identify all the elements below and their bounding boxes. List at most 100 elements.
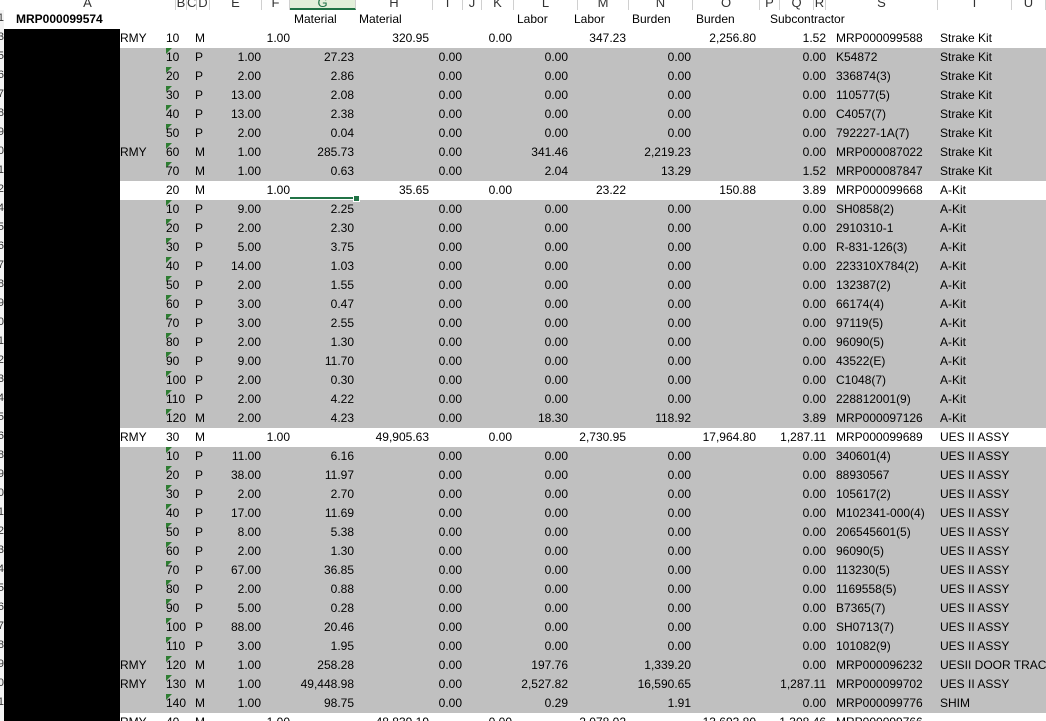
cell-m[interactable]: 2,078.02 <box>564 713 626 721</box>
cell-s[interactable]: 340601(4) <box>836 447 944 466</box>
cell-t[interactable]: UES II ASSY <box>940 637 1046 656</box>
cell-s[interactable]: MRP000087847 <box>836 162 944 181</box>
cell-g[interactable]: 5.38 <box>294 523 354 542</box>
cell-d[interactable]: P <box>195 314 209 333</box>
cell-d[interactable]: P <box>195 466 209 485</box>
cell-i[interactable]: 0.00 <box>404 86 462 105</box>
column-header-o[interactable]: O <box>693 0 760 10</box>
cell-e[interactable]: 2.00 <box>210 409 261 428</box>
cell-i[interactable]: 0.00 <box>404 618 462 637</box>
cell-i[interactable]: 0.00 <box>404 504 462 523</box>
cell-l[interactable]: 18.30 <box>504 409 568 428</box>
cell-t[interactable]: A-Kit <box>940 257 1046 276</box>
cell-d[interactable]: P <box>195 580 209 599</box>
cell-q[interactable]: 0.00 <box>764 390 826 409</box>
cell-c[interactable]: 50 <box>166 276 190 295</box>
table-row[interactable]: 20 P 2.00 2.30 0.00 0.00 0.00 0.00 2910310-1 A-Ki… <box>4 219 1046 238</box>
header-burden[interactable]: Burden <box>632 10 671 29</box>
cell-q[interactable]: 0.00 <box>764 314 826 333</box>
cell-c[interactable]: 20 <box>166 466 190 485</box>
cell-o[interactable]: 17,964.80 <box>694 428 756 447</box>
cell-t[interactable]: UES II ASSY <box>940 466 1046 485</box>
cell-n[interactable]: 2,219.23 <box>624 143 691 162</box>
cell-t[interactable]: Strake Kit <box>940 86 1046 105</box>
cell-l[interactable]: 0.00 <box>504 352 568 371</box>
cell-g[interactable]: 0.88 <box>294 580 354 599</box>
cell-n[interactable]: 0.00 <box>624 599 691 618</box>
cell-d[interactable]: M <box>195 409 209 428</box>
column-header-l[interactable]: L <box>514 0 578 10</box>
cell-t[interactable]: UES II ASSY <box>940 428 1046 447</box>
cell-g[interactable]: 11.69 <box>294 504 354 523</box>
cell-g[interactable]: 1.95 <box>294 637 354 656</box>
cell-c[interactable]: 30 <box>166 428 190 447</box>
cell-n[interactable]: 0.00 <box>624 371 691 390</box>
cell-n[interactable]: 0.00 <box>624 257 691 276</box>
cell-q[interactable]: 1,287.11 <box>764 428 826 447</box>
header-labor-2[interactable]: Labor <box>574 10 605 29</box>
cell-s[interactable]: C4057(7) <box>836 105 944 124</box>
cell-s[interactable]: 96090(5) <box>836 542 944 561</box>
column-header-a[interactable]: A <box>0 0 176 10</box>
cell-l[interactable]: 0.00 <box>504 523 568 542</box>
cell-t[interactable]: A-Kit <box>940 181 1046 200</box>
cell-q[interactable]: 0.00 <box>764 105 826 124</box>
cell-d[interactable]: P <box>195 219 209 238</box>
cell-i[interactable]: 0.00 <box>404 219 462 238</box>
cell-c[interactable]: 60 <box>166 143 190 162</box>
cell-e[interactable]: 2.00 <box>210 124 261 143</box>
cell-n[interactable]: 0.00 <box>624 542 691 561</box>
cell-c[interactable]: 90 <box>166 352 190 371</box>
cell-i[interactable]: 0.00 <box>404 599 462 618</box>
cell-i[interactable]: 0.00 <box>404 675 462 694</box>
fill-handle[interactable] <box>353 195 360 202</box>
column-header-e[interactable]: E <box>210 0 262 10</box>
cell-d[interactable]: M <box>195 143 209 162</box>
cell-q[interactable]: 3.89 <box>764 181 826 200</box>
cell-i[interactable]: 0.00 <box>404 485 462 504</box>
cell-e[interactable]: 2.00 <box>210 219 261 238</box>
cell-t[interactable]: A-Kit <box>940 314 1046 333</box>
cell-n[interactable]: 0.00 <box>624 352 691 371</box>
cell-d[interactable]: M <box>195 29 209 48</box>
cell-g[interactable]: 0.30 <box>294 371 354 390</box>
cell-c[interactable]: 60 <box>166 542 190 561</box>
cell-s[interactable]: 113230(5) <box>836 561 944 580</box>
cell-c[interactable]: 10 <box>166 48 190 67</box>
cell-t[interactable]: UES II ASSY <box>940 675 1046 694</box>
cell-g[interactable]: 27.23 <box>294 48 354 67</box>
cell-l[interactable]: 2.04 <box>504 162 568 181</box>
header-row[interactable]: MRP000099574 Material Material Labor Lab… <box>4 10 1046 29</box>
cell-m[interactable]: 23.22 <box>564 181 626 200</box>
cell-d[interactable]: M <box>195 675 209 694</box>
table-row[interactable]: 50 P 8.00 5.38 0.00 0.00 0.00 0.00 206545601(5) U… <box>4 523 1046 542</box>
column-header-d[interactable]: D <box>197 0 210 10</box>
cell-s[interactable]: MRP000096232 <box>836 656 944 675</box>
cell-n[interactable]: 0.00 <box>624 618 691 637</box>
cell-t[interactable]: UES II ASSY <box>940 599 1046 618</box>
table-row[interactable]: 110 P 2.00 4.22 0.00 0.00 0.00 0.00 228812001(9)… <box>4 390 1046 409</box>
cell-s[interactable]: SH0858(2) <box>836 200 944 219</box>
column-header-g[interactable]: G <box>290 0 356 10</box>
cell-l[interactable]: 0.29 <box>504 694 568 713</box>
table-row[interactable]: 70 P 3.00 2.55 0.00 0.00 0.00 0.00 97119(5) A-Kit <box>4 314 1046 333</box>
cell-t[interactable]: A-Kit <box>940 333 1046 352</box>
cell-q[interactable]: 0.00 <box>764 637 826 656</box>
cell-g[interactable]: 2.30 <box>294 219 354 238</box>
table-row[interactable]: 50 P 2.00 0.04 0.00 0.00 0.00 0.00 792227-1A(7) S… <box>4 124 1046 143</box>
cell-f[interactable]: 1.00 <box>210 29 290 48</box>
cell-c[interactable]: 50 <box>166 523 190 542</box>
cell-q[interactable]: 0.00 <box>764 523 826 542</box>
cell-q[interactable]: 1,308.46 <box>764 713 826 721</box>
cell-c[interactable]: 30 <box>166 86 190 105</box>
cell-l[interactable]: 0.00 <box>504 580 568 599</box>
cell-n[interactable]: 0.00 <box>624 523 691 542</box>
header-burden-2[interactable]: Burden <box>696 10 735 29</box>
cell-l[interactable]: 0.00 <box>504 200 568 219</box>
cell-k[interactable]: 0.00 <box>444 29 512 48</box>
cell-i[interactable]: 0.00 <box>404 257 462 276</box>
cell-f[interactable]: 1.00 <box>210 713 290 721</box>
cell-c[interactable]: 30 <box>166 485 190 504</box>
cell-l[interactable]: 0.00 <box>504 447 568 466</box>
table-row[interactable]: 80 P 2.00 0.88 0.00 0.00 0.00 0.00 1169558(5) UES… <box>4 580 1046 599</box>
